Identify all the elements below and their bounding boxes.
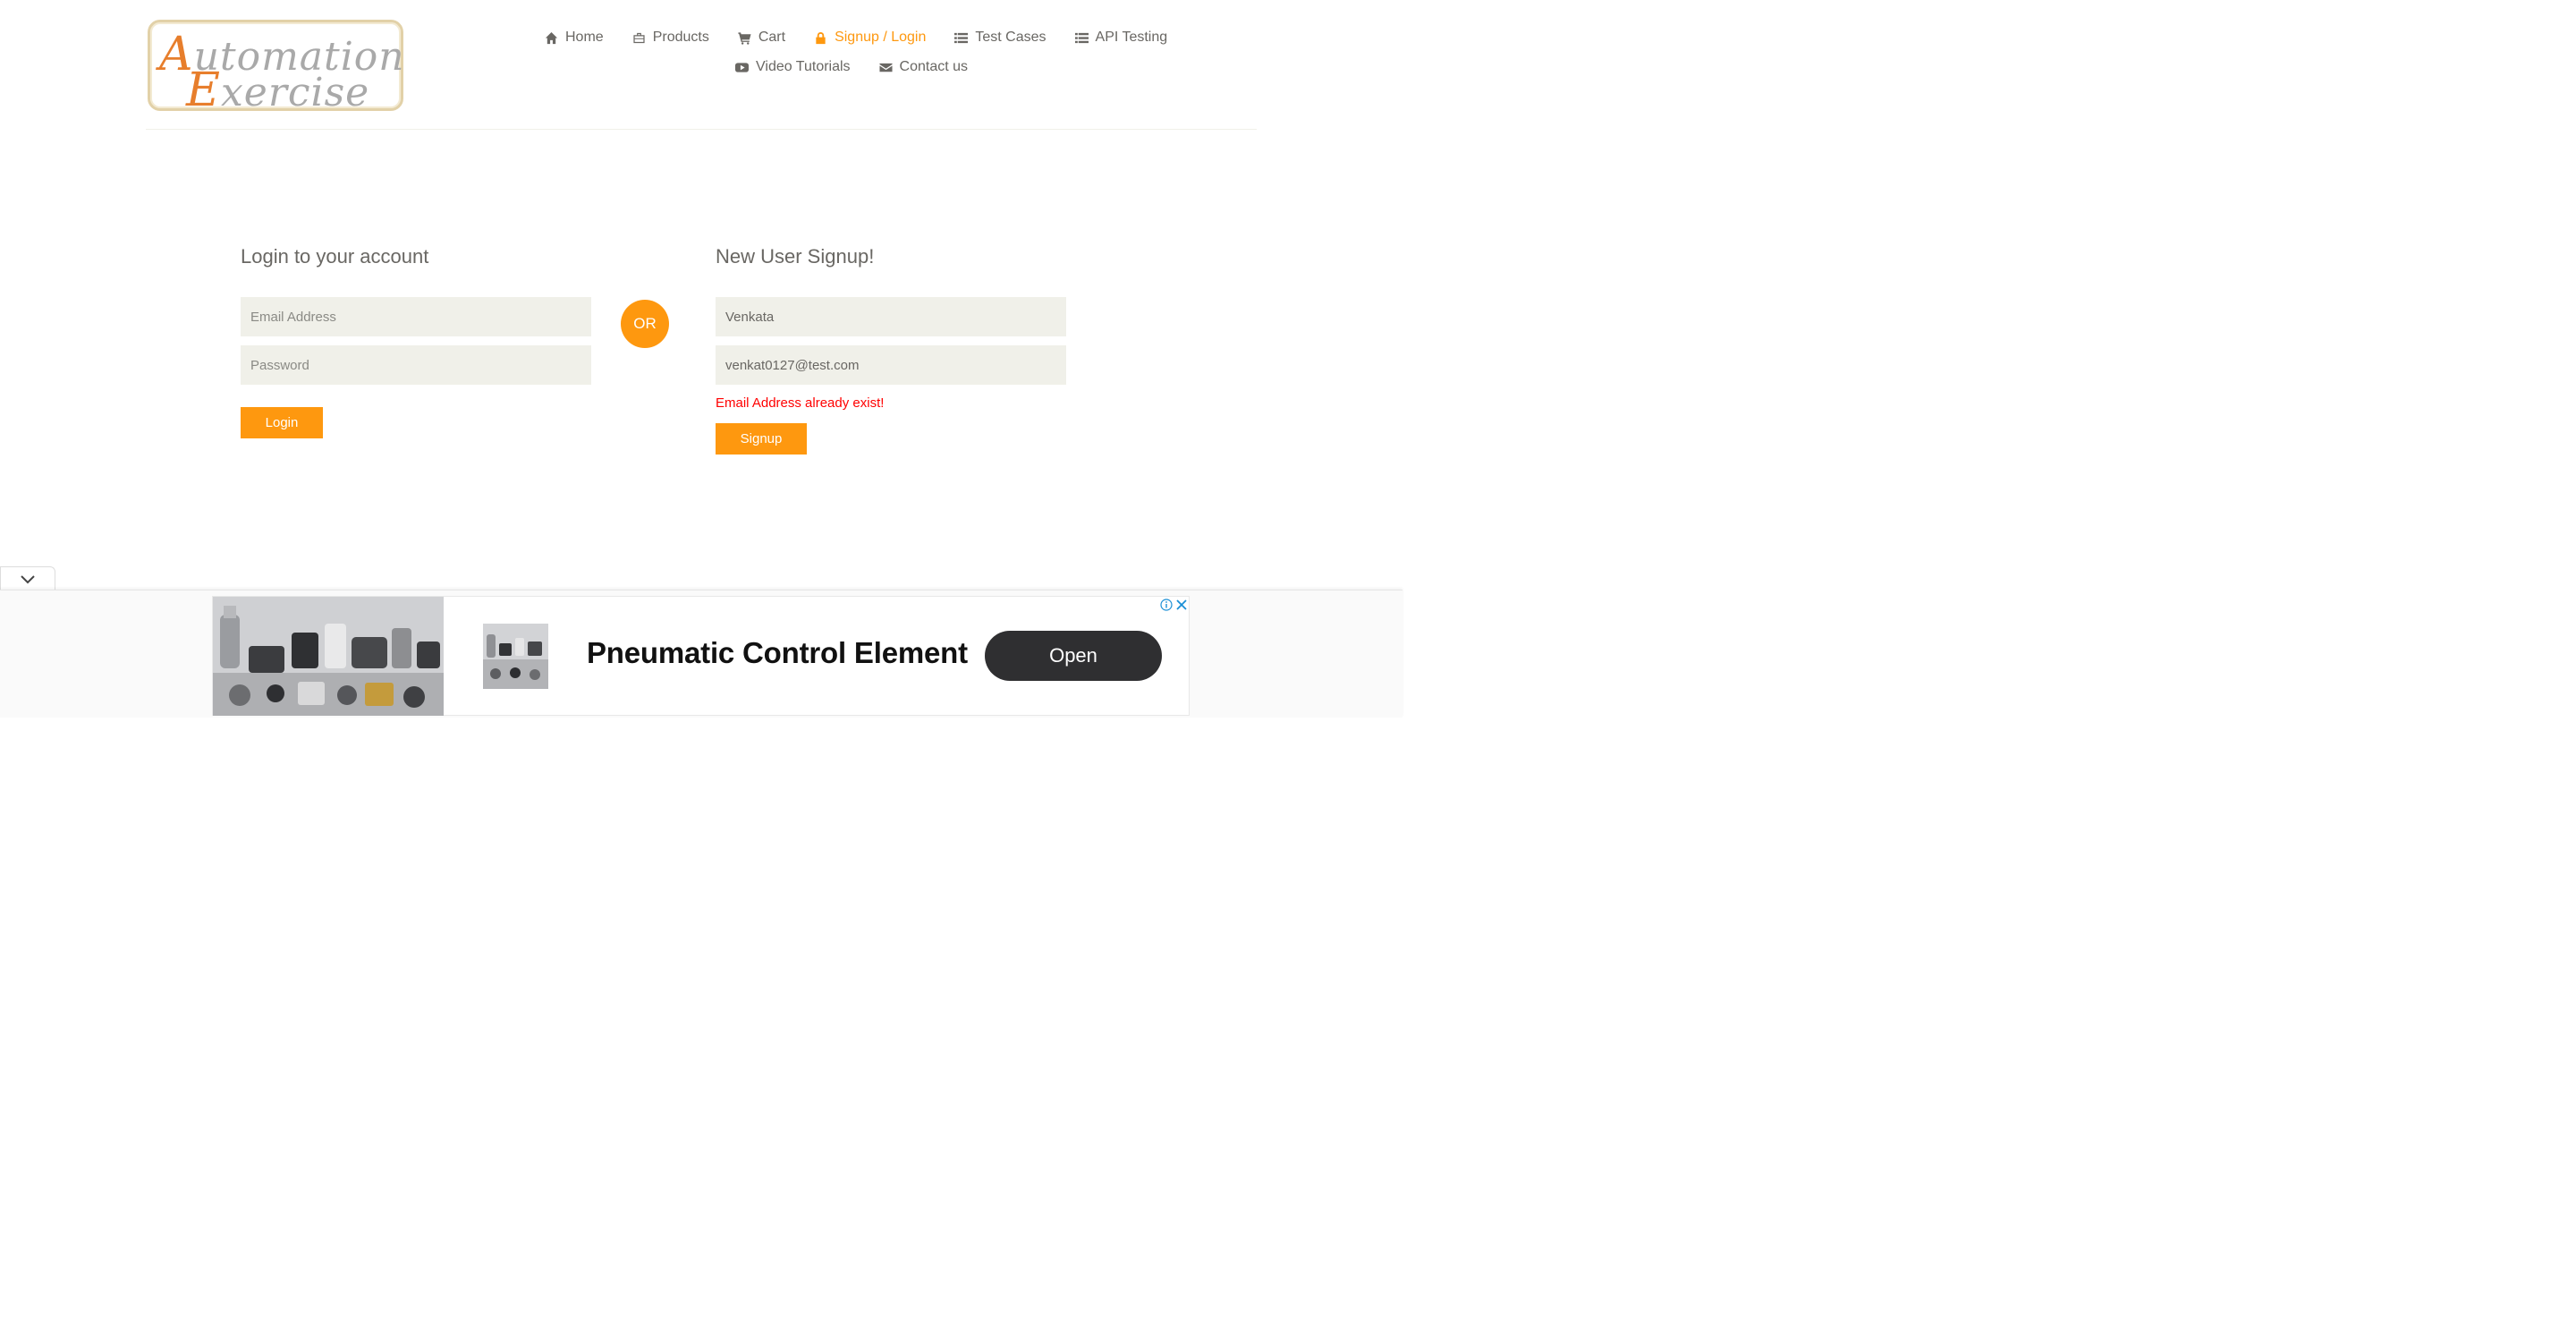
nav-signup-login[interactable]: Signup / Login: [814, 30, 926, 46]
login-title: Login to your account: [241, 245, 429, 268]
nav-products[interactable]: Products: [632, 30, 709, 46]
nav-signup-login-label: Signup / Login: [835, 30, 927, 45]
nav-home-label: Home: [565, 30, 604, 45]
ad-info-icon[interactable]: [1160, 599, 1173, 611]
ad-collapse-tab[interactable]: [0, 566, 55, 591]
home-icon: [545, 31, 558, 44]
nav-row-2: Video Tutorials Contact us: [735, 59, 968, 75]
login-password-input[interactable]: [241, 345, 591, 385]
ad-thumbnail-image[interactable]: [483, 624, 548, 689]
signup-button[interactable]: Signup: [716, 423, 807, 455]
lock-icon: [816, 31, 826, 44]
youtube-play-icon: [735, 62, 749, 72]
ad-close-icon[interactable]: [1175, 599, 1188, 611]
header-divider: [146, 129, 1257, 130]
briefcase-icon: [633, 32, 645, 43]
signup-title: New User Signup!: [716, 245, 875, 268]
shopping-cart-icon: [738, 31, 751, 45]
nav-cart[interactable]: Cart: [738, 30, 785, 46]
nav-api-testing[interactable]: API Testing: [1074, 30, 1168, 46]
signup-error-message: Email Address already exist!: [716, 395, 885, 411]
pneumatic-parts-image: [213, 597, 444, 716]
site-logo[interactable]: Automation Exercise: [148, 20, 404, 117]
logo-initial-e: E: [186, 64, 221, 117]
login-button[interactable]: Login: [241, 407, 323, 438]
signup-name-input[interactable]: [716, 297, 1066, 336]
ad-product-image[interactable]: [213, 597, 444, 716]
ad-headline[interactable]: Pneumatic Control Element: [587, 636, 968, 670]
ad-banner[interactable]: Pneumatic Control Element Open: [212, 596, 1190, 716]
signup-email-input[interactable]: [716, 345, 1066, 385]
nav-home[interactable]: Home: [545, 30, 604, 46]
list-icon: [1074, 32, 1089, 43]
envelope-icon: [879, 63, 893, 72]
nav-row-1: Home Products Cart Signup / Login Test C…: [545, 30, 1167, 46]
nav-contact-us-label: Contact us: [899, 59, 969, 74]
nav-api-testing-label: API Testing: [1095, 30, 1168, 45]
pneumatic-parts-thumbnail: [483, 624, 548, 689]
nav-test-cases-label: Test Cases: [975, 30, 1046, 45]
ad-open-button[interactable]: Open: [985, 631, 1162, 681]
nav-contact-us[interactable]: Contact us: [879, 59, 968, 75]
nav-video-tutorials-label: Video Tutorials: [756, 59, 851, 74]
nav-products-label: Products: [652, 30, 709, 45]
login-email-input[interactable]: [241, 297, 591, 336]
logo-word-2: xercise: [220, 70, 370, 115]
nav-test-cases[interactable]: Test Cases: [954, 30, 1046, 46]
chevron-down-icon: [21, 574, 35, 583]
list-icon: [954, 32, 969, 43]
logo-line-2: Exercise: [186, 64, 369, 117]
nav-video-tutorials[interactable]: Video Tutorials: [735, 59, 851, 75]
or-divider-badge: OR: [621, 300, 669, 348]
nav-cart-label: Cart: [758, 30, 786, 45]
